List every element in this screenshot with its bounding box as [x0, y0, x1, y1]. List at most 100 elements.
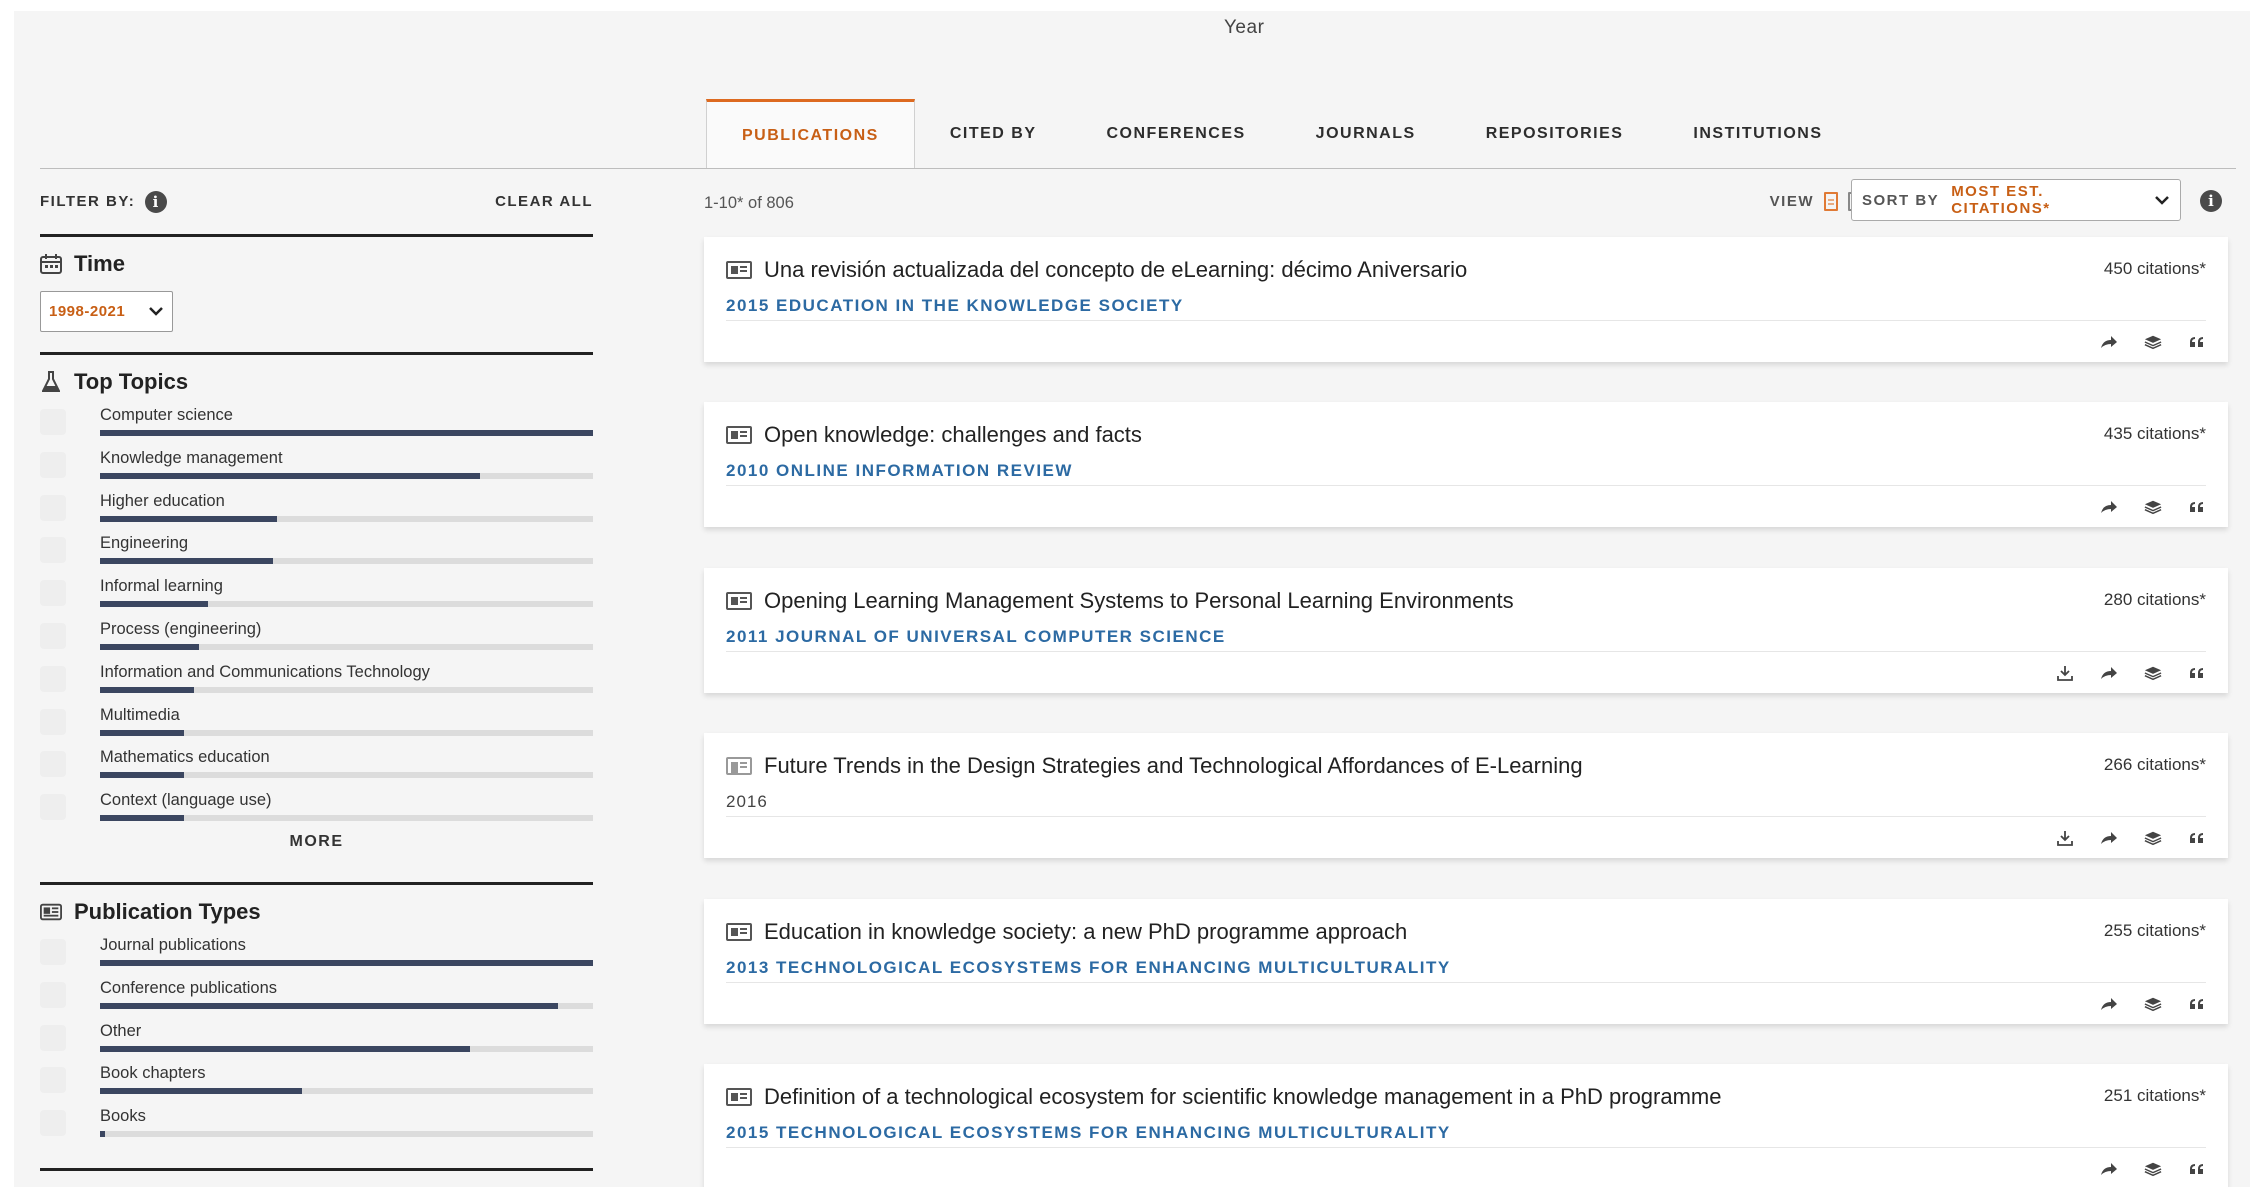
share-icon[interactable]: [2100, 1160, 2118, 1178]
type-facet[interactable]: Books: [40, 1104, 593, 1147]
result-venue[interactable]: 2013 TECHNOLOGICAL ECOSYSTEMS FOR ENHANC…: [726, 958, 1451, 978]
info-icon[interactable]: i: [145, 190, 168, 213]
result-actions: [2100, 995, 2206, 1013]
topic-facet[interactable]: Informal learning: [40, 574, 593, 617]
result-title-text[interactable]: Definition of a technological ecosystem …: [764, 1084, 1721, 1110]
time-filter-section: Time 1998-2021: [40, 237, 593, 355]
share-icon[interactable]: [2100, 995, 2118, 1013]
facet-checkbox[interactable]: [40, 665, 66, 692]
type-facet[interactable]: Journal publications: [40, 933, 593, 976]
share-icon[interactable]: [2100, 333, 2118, 351]
topic-facet[interactable]: Process (engineering): [40, 617, 593, 660]
more-topics-button[interactable]: MORE: [40, 833, 593, 851]
download-icon[interactable]: [2056, 664, 2074, 682]
share-icon[interactable]: [2100, 829, 2118, 847]
topic-facet[interactable]: Information and Communications Technolog…: [40, 660, 593, 703]
result-title[interactable]: Open knowledge: challenges and facts: [726, 422, 1142, 448]
quote-icon[interactable]: [2188, 1160, 2206, 1178]
stack-icon[interactable]: [2144, 664, 2162, 682]
result-card[interactable]: Future Trends in the Design Strategies a…: [704, 733, 2228, 859]
result-venue[interactable]: 2011 JOURNAL OF UNIVERSAL COMPUTER SCIEN…: [726, 627, 1226, 647]
facet-bar: [100, 515, 278, 522]
sort-label: SORT BY: [1862, 191, 1940, 209]
stack-icon[interactable]: [2144, 1160, 2162, 1178]
tab-publications[interactable]: PUBLICATIONS: [706, 99, 915, 169]
facet-checkbox[interactable]: [40, 537, 66, 564]
facet-bar: [100, 558, 273, 565]
type-facet[interactable]: Other: [40, 1019, 593, 1062]
topic-facet[interactable]: Mathematics education: [40, 745, 593, 788]
topic-facet[interactable]: Higher education: [40, 489, 593, 532]
time-range-select[interactable]: 1998-2021: [40, 291, 173, 332]
result-actions: [2100, 1160, 2206, 1178]
result-title-text[interactable]: Education in knowledge society: a new Ph…: [764, 919, 1407, 945]
result-title[interactable]: Definition of a technological ecosystem …: [726, 1084, 1721, 1110]
stack-icon[interactable]: [2144, 498, 2162, 516]
result-actions: [2056, 664, 2206, 682]
stack-icon[interactable]: [2144, 333, 2162, 351]
facet-checkbox[interactable]: [40, 1067, 66, 1094]
result-title[interactable]: Una revisión actualizada del concepto de…: [726, 257, 1467, 283]
quote-icon[interactable]: [2188, 664, 2206, 682]
topic-facet[interactable]: Engineering: [40, 531, 593, 574]
topic-facet[interactable]: Context (language use): [40, 788, 593, 831]
facet-checkbox[interactable]: [40, 451, 66, 478]
stack-icon[interactable]: [2144, 829, 2162, 847]
download-icon[interactable]: [2056, 829, 2074, 847]
sort-select[interactable]: SORT BY MOST EST. CITATIONS*: [1851, 179, 2181, 221]
quote-icon[interactable]: [2188, 498, 2206, 516]
tab-repositories[interactable]: REPOSITORIES: [1451, 99, 1659, 169]
clear-all-button[interactable]: CLEAR ALL: [495, 193, 593, 210]
view-card-icon[interactable]: [1824, 192, 1838, 211]
topic-facet[interactable]: Computer science: [40, 403, 593, 446]
facet-checkbox[interactable]: [40, 939, 66, 965]
facet-checkbox[interactable]: [40, 708, 66, 735]
result-venue[interactable]: 2015 EDUCATION IN THE KNOWLEDGE SOCIETY: [726, 296, 1184, 316]
facet-checkbox[interactable]: [40, 580, 66, 607]
tab-journals[interactable]: JOURNALS: [1281, 99, 1451, 169]
facet-label: Engineering: [100, 534, 189, 553]
facet-checkbox[interactable]: [40, 409, 66, 435]
result-venue[interactable]: 2015 TECHNOLOGICAL ECOSYSTEMS FOR ENHANC…: [726, 1123, 1451, 1143]
quote-icon[interactable]: [2188, 333, 2206, 351]
result-card[interactable]: Opening Learning Management Systems to P…: [704, 567, 2228, 693]
share-icon[interactable]: [2100, 498, 2118, 516]
tab-conferences[interactable]: CONFERENCES: [1071, 99, 1280, 169]
facet-bar-track: [100, 1002, 593, 1009]
result-title-text[interactable]: Open knowledge: challenges and facts: [764, 422, 1142, 448]
result-title-text[interactable]: Una revisión actualizada del concepto de…: [764, 257, 1467, 283]
info-icon[interactable]: i: [2200, 190, 2222, 212]
type-facet[interactable]: Conference publications: [40, 976, 593, 1019]
facet-checkbox[interactable]: [40, 981, 66, 1008]
calendar-icon: [40, 253, 62, 275]
facet-checkbox[interactable]: [40, 1110, 66, 1137]
facet-checkbox[interactable]: [40, 794, 66, 821]
result-card[interactable]: Definition of a technological ecosystem …: [704, 1063, 2228, 1187]
result-card[interactable]: Education in knowledge society: a new Ph…: [704, 898, 2228, 1024]
result-title[interactable]: Opening Learning Management Systems to P…: [726, 588, 1514, 614]
share-icon[interactable]: [2100, 664, 2118, 682]
result-title[interactable]: Education in knowledge society: a new Ph…: [726, 919, 1407, 945]
result-title[interactable]: Future Trends in the Design Strategies a…: [726, 753, 1583, 779]
result-card[interactable]: Una revisión actualizada del concepto de…: [704, 237, 2228, 362]
facet-checkbox[interactable]: [40, 494, 66, 521]
chevron-down-icon: [148, 303, 164, 320]
result-venue[interactable]: 2010 ONLINE INFORMATION REVIEW: [726, 461, 1073, 481]
result-title-text[interactable]: Opening Learning Management Systems to P…: [764, 588, 1514, 614]
next-filter-section: [40, 1171, 593, 1187]
facet-label: Conference publications: [100, 978, 278, 997]
facet-bar-track: [100, 729, 593, 736]
quote-icon[interactable]: [2188, 995, 2206, 1013]
facet-checkbox[interactable]: [40, 622, 66, 649]
quote-icon[interactable]: [2188, 829, 2206, 847]
type-facet[interactable]: Book chapters: [40, 1061, 593, 1104]
result-card[interactable]: Open knowledge: challenges and facts 201…: [704, 402, 2228, 528]
tab-institutions[interactable]: INSTITUTIONS: [1658, 99, 1857, 169]
topic-facet[interactable]: Knowledge management: [40, 446, 593, 489]
stack-icon[interactable]: [2144, 995, 2162, 1013]
tab-cited-by[interactable]: CITED BY: [915, 99, 1072, 169]
topic-facet[interactable]: Multimedia: [40, 703, 593, 746]
facet-checkbox[interactable]: [40, 751, 66, 778]
result-title-text[interactable]: Future Trends in the Design Strategies a…: [764, 753, 1583, 779]
facet-checkbox[interactable]: [40, 1024, 66, 1051]
